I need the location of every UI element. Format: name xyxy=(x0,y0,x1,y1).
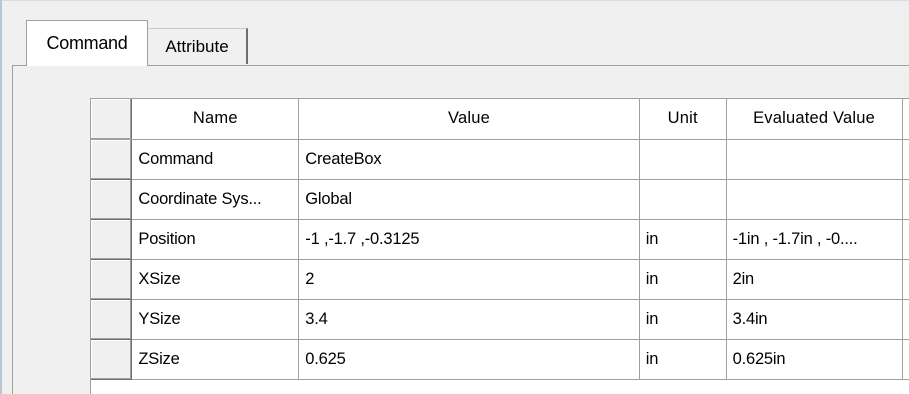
table-row: Coordinate Sys... Global xyxy=(91,179,909,220)
tab-command-label: Command xyxy=(46,33,128,53)
column-header-evaluated-value[interactable]: Evaluated Value xyxy=(726,99,903,140)
cell-evaluated[interactable] xyxy=(726,179,903,220)
cell-value[interactable]: CreateBox xyxy=(298,139,640,180)
column-header-value[interactable]: Value xyxy=(298,99,640,140)
cell-value[interactable]: Global xyxy=(298,179,640,220)
tab-command[interactable]: Command xyxy=(26,20,148,66)
tab-attribute[interactable]: Attribute xyxy=(148,28,248,64)
cell-unit[interactable] xyxy=(639,179,727,220)
cell-value[interactable]: 2 xyxy=(298,259,640,300)
cell-unit[interactable]: in xyxy=(639,339,727,380)
grid-corner-cell[interactable] xyxy=(91,99,133,140)
cell-overflow xyxy=(902,339,909,380)
cell-name[interactable]: YSize xyxy=(131,299,300,340)
cell-name[interactable]: Coordinate Sys... xyxy=(131,179,300,220)
row-header[interactable] xyxy=(91,139,133,180)
grid-header-row: Name Value Unit Evaluated Value xyxy=(91,99,909,140)
row-header[interactable] xyxy=(91,299,133,340)
cell-name[interactable]: Command xyxy=(131,139,300,180)
table-row: ZSize 0.625 in 0.625in xyxy=(91,339,909,380)
property-grid: Name Value Unit Evaluated Value Command … xyxy=(91,99,909,380)
window-top-edge xyxy=(0,0,909,1)
cell-value[interactable]: 0.625 xyxy=(298,339,640,380)
cell-value[interactable]: 3.4 xyxy=(298,299,640,340)
column-header-unit[interactable]: Unit xyxy=(639,99,727,140)
row-header[interactable] xyxy=(91,339,133,380)
table-row: Command CreateBox xyxy=(91,139,909,180)
cell-unit[interactable]: in xyxy=(639,299,727,340)
row-header[interactable] xyxy=(91,219,133,260)
properties-window: Command Attribute Name Value Unit Evalua… xyxy=(0,0,909,394)
cell-overflow xyxy=(902,179,909,220)
cell-evaluated[interactable]: 2in xyxy=(726,259,903,300)
cell-unit[interactable]: in xyxy=(639,219,727,260)
cell-unit[interactable] xyxy=(639,139,727,180)
table-row: XSize 2 in 2in xyxy=(91,259,909,300)
cell-overflow xyxy=(902,259,909,300)
tab-attribute-label: Attribute xyxy=(165,36,229,56)
window-left-edge xyxy=(0,0,2,394)
cell-overflow xyxy=(902,139,909,180)
cell-value[interactable]: -1 ,-1.7 ,-0.3125 xyxy=(298,219,640,260)
table-row: Position -1 ,-1.7 ,-0.3125 in -1in , -1.… xyxy=(91,219,909,260)
row-header[interactable] xyxy=(91,259,133,300)
column-header-overflow xyxy=(902,99,909,140)
cell-evaluated[interactable]: 0.625in xyxy=(726,339,903,380)
row-header[interactable] xyxy=(91,179,133,220)
cell-evaluated[interactable] xyxy=(726,139,903,180)
cell-unit[interactable]: in xyxy=(639,259,727,300)
cell-overflow xyxy=(902,299,909,340)
cell-name[interactable]: ZSize xyxy=(131,339,300,380)
table-row: YSize 3.4 in 3.4in xyxy=(91,299,909,340)
cell-name[interactable]: Position xyxy=(131,219,300,260)
cell-evaluated[interactable]: -1in , -1.7in , -0.... xyxy=(726,219,903,260)
cell-overflow xyxy=(902,219,909,260)
cell-evaluated[interactable]: 3.4in xyxy=(726,299,903,340)
cell-name[interactable]: XSize xyxy=(131,259,300,300)
column-header-name[interactable]: Name xyxy=(131,99,300,140)
